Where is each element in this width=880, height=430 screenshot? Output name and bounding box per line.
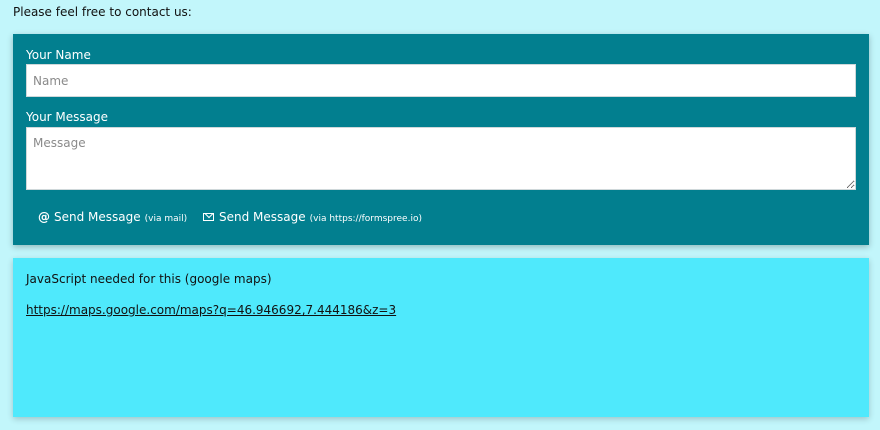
name-label: Your Name xyxy=(26,48,91,62)
send-via-formspree-button[interactable]: Send Message (via https://formspree.io) xyxy=(203,210,422,224)
map-javascript-note: JavaScript needed for this (google maps) xyxy=(26,272,272,286)
send-via-mail-label: Send Message xyxy=(54,210,141,224)
google-maps-link[interactable]: https://maps.google.com/maps?q=46.946692… xyxy=(26,303,396,317)
send-via-mail-button[interactable]: @ Send Message (via mail) xyxy=(38,210,187,224)
message-textarea[interactable] xyxy=(26,127,856,190)
map-container: JavaScript needed for this (google maps)… xyxy=(13,258,869,417)
send-via-formspree-label: Send Message xyxy=(219,210,306,224)
message-label: Your Message xyxy=(26,110,109,124)
send-via-formspree-hint: (via https://formspree.io) xyxy=(309,214,422,224)
name-input[interactable] xyxy=(26,64,856,97)
contact-form: Your Name Your Message @ Send Message (v… xyxy=(13,34,869,245)
at-icon: @ xyxy=(38,210,50,224)
send-via-mail-hint: (via mail) xyxy=(144,214,188,224)
contact-intro-text: Please feel free to contact us: xyxy=(13,5,192,19)
envelope-icon xyxy=(203,213,214,221)
